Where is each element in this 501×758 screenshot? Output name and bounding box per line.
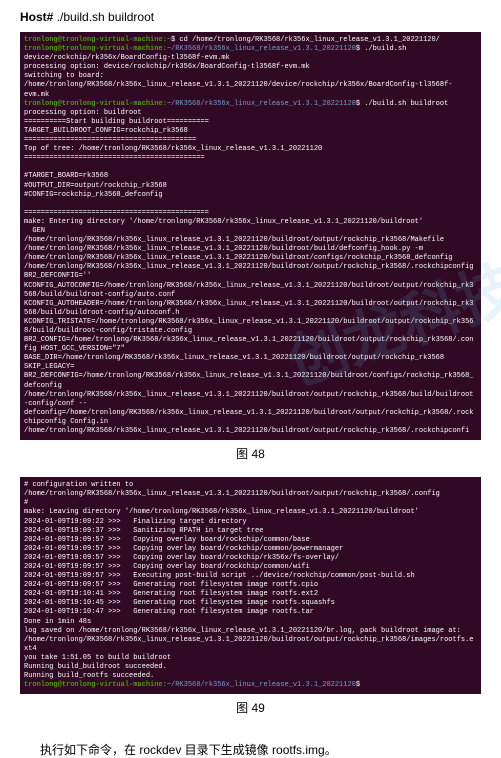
command-line: Host# ./build.sh buildroot	[20, 10, 481, 24]
terminal-output-1: tronlong@tronlong-virtual-machine:~$ cd …	[20, 32, 481, 440]
figure-caption-48: 图 48	[20, 445, 481, 462]
terminal-output-2: # configuration written to /home/tronlon…	[20, 477, 481, 694]
figure-caption-49: 图 49	[20, 699, 481, 716]
host-label: Host#	[20, 10, 53, 24]
instruction-text: 执行如下命令，在 rockdev 目录下生成镜像 rootfs.img。	[20, 741, 481, 758]
command-text: ./build.sh buildroot	[57, 10, 154, 24]
